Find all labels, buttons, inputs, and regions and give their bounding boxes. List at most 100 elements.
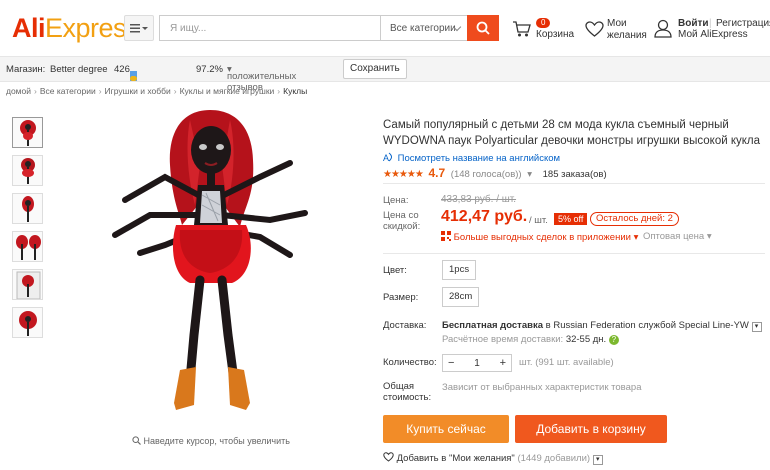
wholesale-price-link[interactable]: Оптовая цена ▾ — [643, 231, 712, 242]
shipping-info: Бесплатная доставка в Russian Federation… — [442, 320, 762, 332]
size-option-28cm[interactable]: 28cm — [442, 287, 480, 307]
delivery-time-value: 32-55 дн. — [565, 334, 607, 345]
discount-price: 412,47 руб. — [441, 208, 528, 225]
add-to-cart-button[interactable]: Добавить в корзину — [515, 415, 667, 443]
login-link[interactable]: Войти — [678, 18, 709, 29]
color-option-1pcs[interactable]: 1pcs — [442, 260, 477, 280]
buy-now-button[interactable]: Купить сейчас — [383, 415, 509, 443]
quantity-minus-button[interactable]: − — [448, 357, 454, 369]
rating-row: ★★★★★ 4.7 (148 голоса(ов)) ▾ 185 заказа(… — [383, 166, 607, 180]
product-main-image[interactable] — [110, 105, 315, 430]
caret-down-icon: ▾ — [706, 231, 712, 242]
discount-price-label: Цена со скидкой: — [383, 210, 420, 232]
search-category-value: Все категории — [390, 22, 456, 34]
breadcrumb-dolls[interactable]: Куклы — [283, 86, 307, 96]
breadcrumb: домой › Все категории › Игрушки и хобби › Кукл… — [6, 86, 307, 96]
cart-label: Корзина — [536, 29, 575, 40]
rating-votes-link[interactable]: (148 голоса(ов)) — [451, 169, 522, 180]
color-label: Цвет: — [383, 265, 407, 276]
qr-code-icon — [441, 231, 451, 241]
help-icon[interactable]: ? — [608, 335, 619, 345]
shipping-service: Special Line-YW — [678, 320, 749, 331]
app-deals-text: Больше выгодных сделок в приложении — [453, 232, 631, 243]
product-thumbnail[interactable] — [12, 231, 43, 262]
shipping-options-dropdown[interactable]: ▾ — [751, 322, 762, 332]
product-thumbnail[interactable] — [12, 193, 43, 224]
translate-title-link[interactable]: A Посмотреть название на английском — [383, 152, 560, 164]
zoom-hint: Наведите курсор, чтобы увеличить — [132, 436, 290, 446]
shipping-country: Russian Federation — [553, 320, 636, 331]
search-category-select[interactable]: Все категории — [380, 15, 468, 41]
search-input[interactable]: Я ищу... — [159, 15, 380, 41]
divider — [383, 183, 765, 184]
positive-feedback-percent: 97.2% — [196, 64, 223, 75]
breadcrumb-sep-icon: › — [34, 86, 37, 96]
translate-icon: A — [383, 152, 392, 163]
divider — [383, 253, 765, 254]
product-thumbnail[interactable] — [12, 117, 43, 148]
breadcrumb-sep-icon: › — [277, 86, 281, 96]
cart-icon — [513, 21, 531, 37]
product-thumbnail[interactable] — [12, 155, 43, 186]
total-value: Зависит от выбранных характеристик товар… — [442, 382, 642, 393]
breadcrumb-all-categories[interactable]: Все категории — [40, 86, 96, 96]
product-title: Самый популярный с детьми 28 см мода кук… — [383, 119, 761, 147]
discount-price-label-line1: Цена со — [383, 210, 419, 221]
old-price: 433,83 руб. / шт. — [441, 194, 517, 205]
wishlist-label-line1: Мои — [607, 18, 627, 29]
quantity-plus-button[interactable]: + — [500, 357, 506, 369]
doll-thumbnail-image — [16, 235, 41, 260]
register-link[interactable]: Регистрация — [716, 18, 770, 29]
total-label-line1: Общая — [383, 381, 415, 392]
doll-thumbnail-image — [22, 196, 34, 222]
store-label: Магазин: — [6, 64, 46, 75]
quantity-input[interactable]: 1 — [474, 358, 480, 369]
thumbnail-list — [12, 117, 46, 345]
user-icon — [654, 19, 672, 38]
chevron-down-icon: ▾ — [527, 169, 532, 180]
shipping-label: Доставка: — [383, 320, 427, 331]
breadcrumb-toys[interactable]: Игрушки и хобби — [105, 86, 171, 96]
heart-icon — [585, 21, 604, 37]
doll-box-thumbnail-image — [16, 271, 41, 299]
breadcrumb-sep-icon: › — [98, 86, 102, 96]
search-placeholder: Я ищу... — [170, 22, 207, 34]
quantity-label: Количество: — [383, 357, 437, 368]
positive-feedback-link[interactable]: положительных отзывов ▾ — [227, 64, 296, 93]
delivery-time: Расчётное время доставки: 32-55 дн. ? — [442, 334, 619, 345]
follow-store-button[interactable]: Сохранить — [343, 59, 407, 79]
svg-text:A: A — [383, 153, 389, 162]
add-to-wishlist-text: Добавить в "Мои желания" — [396, 453, 515, 464]
account-area: Войти | Регистрация Мой AliExpress — [653, 16, 770, 46]
doll-thumbnail-image — [20, 120, 36, 146]
zoom-hint-text: Наведите курсор, чтобы увеличить — [143, 436, 290, 446]
wishlist-link[interactable]: Мои желания — [585, 16, 655, 46]
breadcrumb-home[interactable]: домой — [6, 86, 31, 96]
store-name-link[interactable]: Better degree — [50, 64, 108, 75]
medal-icon — [130, 71, 137, 81]
rating-stars-icon: ★★★★★ — [383, 169, 424, 180]
add-to-wishlist-link[interactable]: Добавить в "Мои желания" (1449 добавили)… — [383, 452, 603, 465]
caret-down-icon: ▾ — [633, 232, 639, 243]
store-bar: Магазин: Better degree 426 97.2% положит… — [0, 56, 770, 93]
quantity-stepper[interactable]: − 1 + — [442, 354, 512, 372]
aliexpress-logo[interactable]: AliExpress — [12, 13, 140, 44]
categories-menu-button[interactable] — [124, 15, 154, 41]
menu-icon — [130, 24, 148, 33]
my-aliexpress-link[interactable]: Мой AliExpress — [678, 29, 748, 40]
account-separator: | — [709, 18, 712, 29]
cart-link[interactable]: 0 Корзина — [510, 16, 580, 46]
cart-count-badge: 0 — [536, 18, 551, 28]
discount-badge: 5% off — [554, 213, 588, 225]
search-button[interactable] — [467, 15, 499, 41]
product-thumbnail[interactable] — [12, 307, 43, 338]
breadcrumb-sep-icon: › — [173, 86, 177, 96]
breadcrumb-dolls-plush[interactable]: Куклы и мягкие игрушки — [180, 86, 275, 96]
wishlist-count: (1449 добавили) — [517, 453, 591, 464]
magnifier-icon — [132, 436, 141, 445]
app-deals-link[interactable]: Больше выгодных сделок в приложении ▾ — [441, 231, 638, 243]
product-thumbnail[interactable] — [12, 269, 43, 300]
quantity-available: шт. (991 шт. available) — [519, 357, 614, 368]
price-label: Цена: — [383, 195, 409, 206]
discount-price-label-line2: скидкой: — [383, 221, 421, 232]
